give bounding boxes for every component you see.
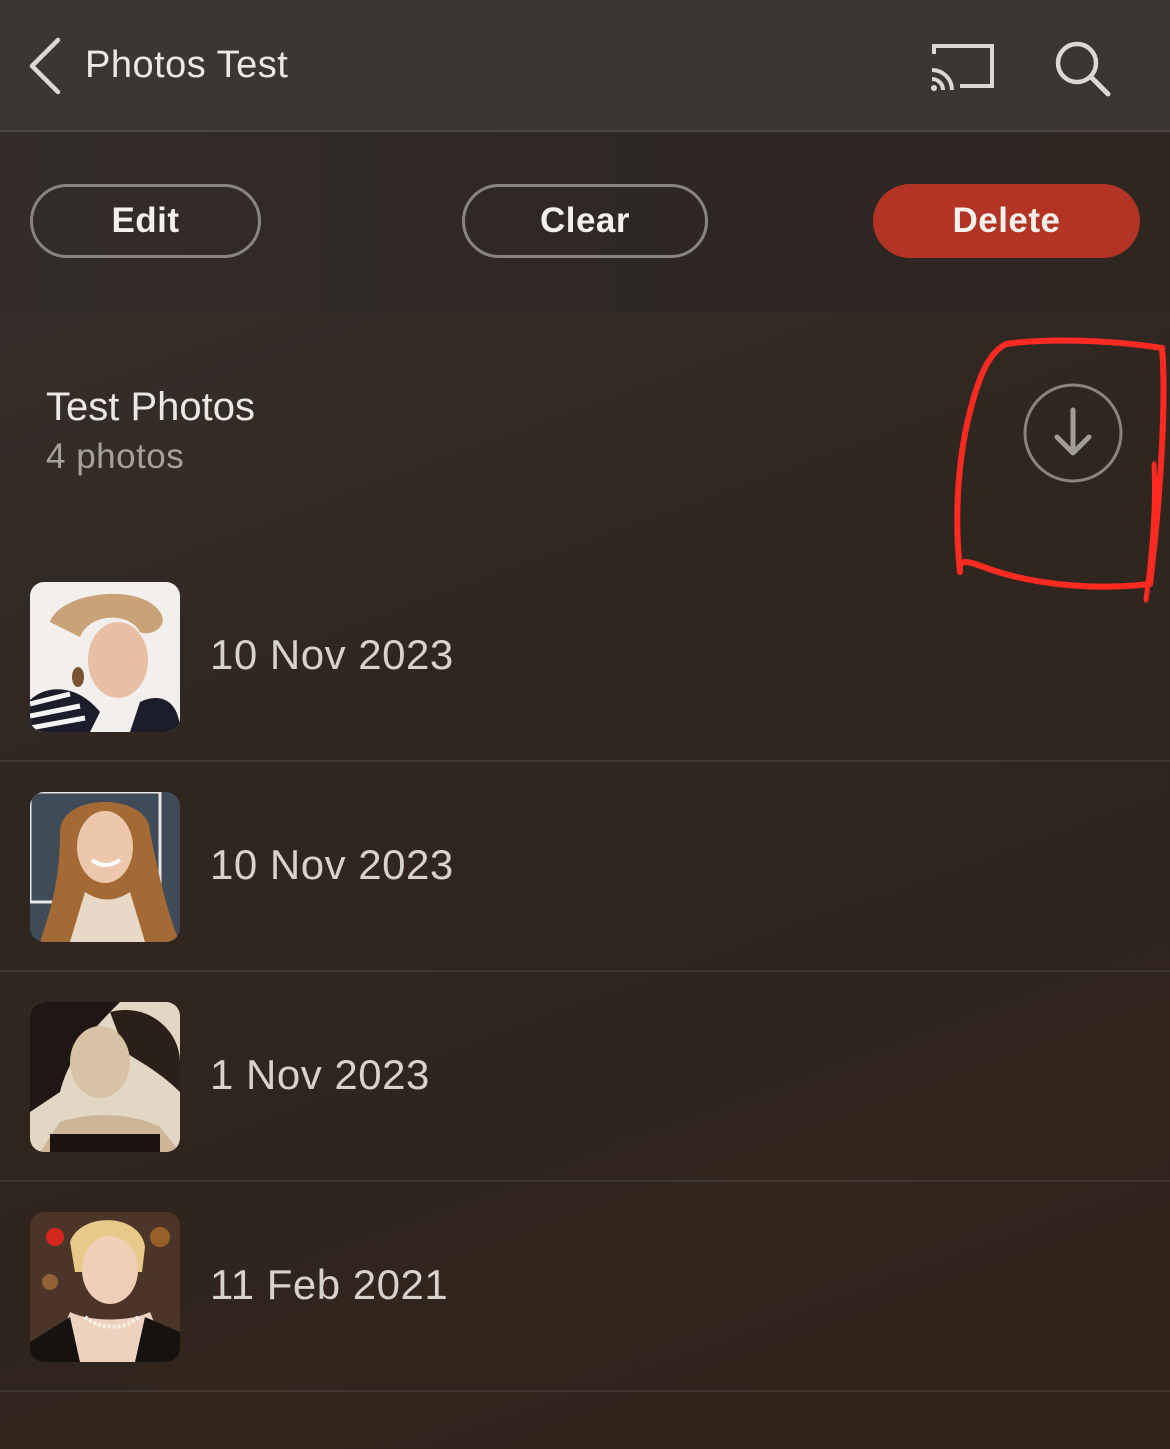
portrait-photo-icon — [30, 582, 180, 732]
search-button[interactable] — [1052, 38, 1114, 100]
clear-button[interactable]: Clear — [462, 184, 708, 258]
portrait-photo-icon — [30, 1002, 180, 1152]
navigation-bar: Photos Test — [0, 0, 1170, 132]
album-header: Test Photos 4 photos — [0, 312, 1170, 562]
photo-thumbnail[interactable] — [30, 1002, 180, 1152]
portrait-photo-icon — [30, 1212, 180, 1362]
portrait-photo-icon — [30, 792, 180, 942]
cast-button[interactable] — [926, 40, 996, 96]
photo-row[interactable]: 10 Nov 2023 — [0, 552, 1170, 762]
page-title: Photos Test — [85, 44, 289, 86]
album-photo-count: 4 photos — [46, 437, 185, 476]
photo-date: 10 Nov 2023 — [210, 841, 454, 888]
action-toolbar: Edit Clear Delete — [0, 132, 1170, 312]
photo-row[interactable]: 11 Feb 2021 — [0, 1182, 1170, 1392]
delete-button[interactable]: Delete — [873, 184, 1140, 258]
cast-icon — [931, 44, 994, 91]
photo-thumbnail[interactable] — [30, 582, 180, 732]
chevron-left-icon — [29, 37, 61, 95]
photo-thumbnail[interactable] — [30, 792, 180, 942]
photo-date: 11 Feb 2021 — [210, 1261, 449, 1308]
photo-date: 10 Nov 2023 — [210, 631, 454, 678]
search-icon — [1055, 41, 1111, 97]
photo-row[interactable]: 10 Nov 2023 — [0, 762, 1170, 972]
photo-date: 1 Nov 2023 — [210, 1051, 430, 1098]
download-button[interactable] — [1022, 382, 1124, 484]
download-arrow-icon — [1023, 383, 1123, 483]
photo-list: 10 Nov 2023 10 Nov 2023 1 Nov 2023 11 Fe… — [0, 552, 1170, 1392]
album-title: Test Photos — [46, 385, 256, 429]
back-button[interactable] — [22, 34, 70, 98]
photo-row[interactable]: 1 Nov 2023 — [0, 972, 1170, 1182]
photo-thumbnail[interactable] — [30, 1212, 180, 1362]
edit-button[interactable]: Edit — [30, 184, 261, 258]
